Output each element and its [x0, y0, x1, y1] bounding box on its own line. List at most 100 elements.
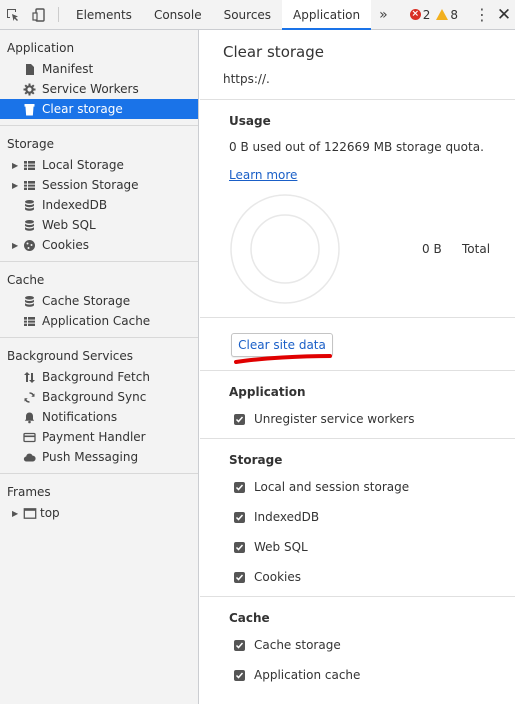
toolbar-divider [58, 7, 59, 22]
sidebar-item-background-sync[interactable]: Background Sync [0, 387, 198, 407]
red-underline-annotation [234, 354, 332, 364]
group-heading: Application [229, 385, 306, 399]
sidebar-section-frames: Frames ▶ top [0, 474, 198, 529]
sidebar-item-web-sql[interactable]: Web SQL [0, 215, 198, 235]
sidebar-item-local-storage[interactable]: ▶ Local Storage [0, 155, 198, 175]
database-icon [22, 198, 36, 212]
section-title: Application [7, 41, 75, 55]
sidebar-item-payment-handler[interactable]: Payment Handler [0, 427, 198, 447]
sidebar-item-top-frame[interactable]: ▶ top [0, 503, 198, 523]
usage-summary: 0 B used out of 122669 MB storage quota. [229, 140, 484, 154]
tab-application[interactable]: Application [282, 0, 372, 30]
cloud-icon [22, 450, 36, 464]
database-icon [22, 218, 36, 232]
sidebar-item-label: Cache Storage [42, 294, 131, 308]
checkbox-checked-icon[interactable] [234, 541, 245, 553]
checkbox-unregister-service-workers[interactable]: Unregister service workers [229, 404, 515, 434]
sidebar-section-background-services: Background Services Background Fetch Bac… [0, 338, 198, 474]
kebab-menu-icon[interactable]: ⋮ [471, 5, 493, 24]
checkbox-local-session-storage[interactable]: Local and session storage [229, 472, 515, 502]
checkbox-indexeddb[interactable]: IndexedDB [229, 502, 515, 532]
grid-icon [22, 158, 36, 172]
sidebar-item-label: IndexedDB [42, 198, 108, 212]
application-options: Application Unregister service workers [200, 371, 515, 439]
sidebar-section-application: Application Manifest Service Workers Cle… [0, 30, 198, 126]
expand-arrow-icon[interactable]: ▶ [12, 509, 22, 518]
sidebar-item-label: Payment Handler [42, 430, 146, 444]
tab-sources[interactable]: Sources [213, 0, 282, 29]
learn-more-link[interactable]: Learn more [229, 168, 297, 182]
sidebar-item-notifications[interactable]: Notifications [0, 407, 198, 427]
gear-icon [22, 82, 36, 96]
sidebar-item-label: Session Storage [42, 178, 139, 192]
checkbox-web-sql[interactable]: Web SQL [229, 532, 515, 562]
checkbox-label: Local and session storage [254, 480, 410, 494]
usage-heading: Usage [229, 114, 271, 128]
sidebar-item-label: Notifications [42, 410, 118, 424]
sidebar-item-service-workers[interactable]: Service Workers [0, 79, 198, 99]
sidebar-item-clear-storage[interactable]: Clear storage [0, 99, 198, 119]
usage-pie-chart [230, 194, 340, 304]
cache-options: Cache Cache storage Application cache [200, 597, 515, 694]
sidebar-item-label: Application Cache [42, 314, 151, 328]
more-tabs-button[interactable]: » [371, 0, 396, 29]
sidebar-item-session-storage[interactable]: ▶ Session Storage [0, 175, 198, 195]
sidebar-item-label: Web SQL [42, 218, 96, 232]
sidebar-item-label: Clear storage [42, 102, 123, 116]
sidebar-item-label: Service Workers [42, 82, 139, 96]
sidebar-item-cookies[interactable]: ▶ Cookies [0, 235, 198, 255]
checkbox-checked-icon[interactable] [234, 481, 245, 493]
sidebar-item-label: Manifest [42, 62, 94, 76]
sidebar-item-label: Local Storage [42, 158, 124, 172]
checkbox-application-cache[interactable]: Application cache [229, 660, 515, 690]
sidebar-item-indexeddb[interactable]: IndexedDB [0, 195, 198, 215]
checkbox-cookies[interactable]: Cookies [229, 562, 515, 592]
sidebar-item-label: Push Messaging [42, 450, 139, 464]
inspect-element-icon[interactable] [0, 0, 26, 29]
checkbox-label: Cookies [254, 570, 301, 584]
issue-counter[interactable]: × 2 8 [409, 7, 458, 22]
sidebar-item-push-messaging[interactable]: Push Messaging [0, 447, 198, 467]
sidebar-item-label: Cookies [42, 238, 89, 252]
bell-icon [22, 410, 36, 424]
section-title: Storage [7, 137, 54, 151]
database-icon [22, 294, 36, 308]
grid-icon [22, 178, 36, 192]
sidebar-item-label: Background Sync [42, 390, 147, 404]
sidebar-section-cache: Cache Cache Storage Application Cache [0, 262, 198, 338]
up-down-arrows-icon [22, 370, 36, 384]
trash-icon [22, 102, 36, 116]
sidebar-item-application-cache[interactable]: Application Cache [0, 311, 198, 331]
tab-elements[interactable]: Elements [65, 0, 143, 29]
sidebar-section-storage: Storage ▶ Local Storage ▶ Session Storag… [0, 126, 198, 262]
close-icon[interactable]: ✕ [493, 5, 515, 25]
checkbox-checked-icon[interactable] [234, 413, 245, 425]
sidebar-item-background-fetch[interactable]: Background Fetch [0, 367, 198, 387]
expand-arrow-icon[interactable]: ▶ [12, 161, 22, 170]
section-title: Background Services [7, 349, 134, 363]
tab-console[interactable]: Console [143, 0, 213, 29]
error-icon: × [409, 9, 421, 20]
section-title: Frames [7, 485, 51, 499]
clear-button-row: Clear site data [200, 318, 515, 371]
panel-header: Clear storage https://. [200, 30, 515, 100]
warning-icon [436, 9, 449, 20]
checkbox-checked-icon[interactable] [234, 511, 245, 523]
devtools-toolbar: Elements Console Sources Application » ×… [0, 0, 515, 30]
expand-arrow-icon[interactable]: ▶ [12, 241, 22, 250]
checkbox-checked-icon[interactable] [234, 571, 245, 583]
checkbox-cache-storage[interactable]: Cache storage [229, 630, 515, 660]
expand-arrow-icon[interactable]: ▶ [12, 181, 22, 190]
checkbox-label: Unregister service workers [254, 412, 415, 426]
device-toggle-icon[interactable] [26, 0, 52, 29]
checkbox-checked-icon[interactable] [234, 639, 245, 651]
group-heading: Storage [229, 453, 283, 467]
grid-icon [22, 314, 36, 328]
checkbox-label: Cache storage [254, 638, 341, 652]
sync-icon [22, 390, 36, 404]
sidebar-item-cache-storage[interactable]: Cache Storage [0, 291, 198, 311]
usage-section: Usage 0 B used out of 122669 MB storage … [200, 100, 515, 318]
error-count: 2 [422, 7, 431, 22]
sidebar-item-manifest[interactable]: Manifest [0, 59, 198, 79]
checkbox-checked-icon[interactable] [234, 669, 245, 681]
